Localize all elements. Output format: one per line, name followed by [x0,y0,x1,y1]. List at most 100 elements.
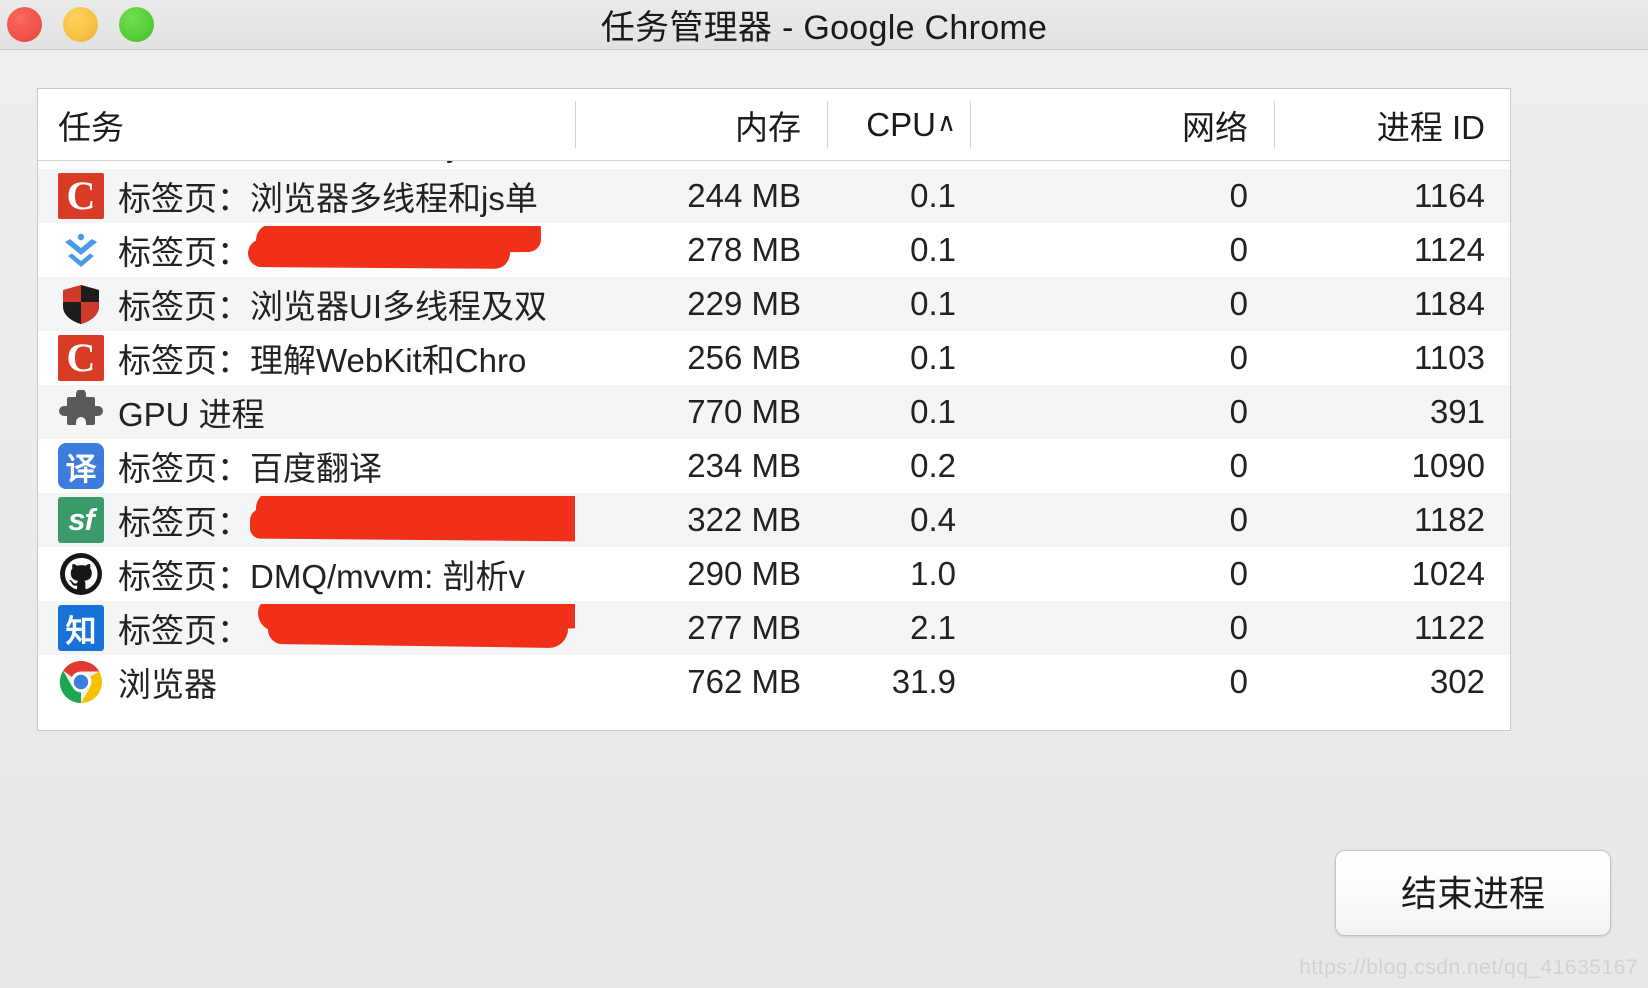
minimize-button[interactable] [63,7,98,42]
table-row[interactable]: C标签页：浏览器多线程和js单244 MB0.101164 [38,169,1510,223]
cell-memory: 229 MB [575,285,827,323]
table-row[interactable]: C 标签页：理解WebKit和Chro256 MB0.101103 [38,331,1510,385]
column-header-network[interactable]: 网络 [970,89,1274,160]
shield-icon [58,281,104,327]
table-row[interactable]: GPU 进程770 MB0.10391 [38,385,1510,439]
close-button[interactable] [7,7,42,42]
cell-task: 标签页：进程与线程。js是什 [38,161,575,166]
cell-task: 知标签页： [38,604,575,652]
task-label: 标签页： [118,496,575,544]
redaction-mark [256,226,541,256]
task-label: 标签页：百度翻译 [118,442,575,490]
column-header-memory[interactable]: 内存 [575,89,827,160]
column-header-cpu-label: CPU [866,106,936,144]
cell-pid: 1184 [1274,285,1510,323]
cell-pid: 1090 [1274,447,1510,485]
puzzle-icon [58,389,104,435]
task-manager-window: 任务管理器 - Google Chrome 任务 内存 CPU∧ 网络 进程 [0,0,1648,988]
cell-task: 标签页：浏览器UI多线程及双 [38,280,575,328]
zoom-button[interactable] [119,7,154,42]
window-title: 任务管理器 - Google Chrome [0,0,1648,49]
cell-task: 译标签页：百度翻译 [38,442,575,490]
cell-cpu: 0.1 [827,339,970,377]
footer-bar: 结束进程 [1335,850,1611,936]
column-header-task-label: 任务 [58,101,124,149]
task-label: 标签页：DMQ/mvvm: 剖析v [118,550,575,598]
redaction-mark [258,604,575,632]
table-row[interactable]: 标签页：进程与线程。js是什220 MB0.101155 [38,161,1510,169]
table-header-row: 任务 内存 CPU∧ 网络 进程 ID [38,89,1510,161]
table-row[interactable]: 标签页：278 MB0.101124 [38,223,1510,277]
cell-network: 0 [970,393,1274,431]
table-row[interactable]: 标签页：浏览器UI多线程及双229 MB0.101184 [38,277,1510,331]
cell-cpu: 31.9 [827,663,970,701]
column-header-pid-label: 进程 ID [1377,101,1485,149]
cell-memory: 278 MB [575,231,827,269]
cell-network: 0 [970,609,1274,647]
cell-memory: 762 MB [575,663,827,701]
table-body[interactable]: 标签页：进程与线程。js是什220 MB0.101155C标签页：浏览器多线程和… [38,161,1510,731]
cell-pid: 302 [1274,663,1510,701]
chrome-icon [58,659,104,705]
column-header-memory-label: 内存 [735,101,801,149]
cell-memory: 290 MB [575,555,827,593]
cell-network: 0 [970,663,1274,701]
task-label: GPU 进程 [118,388,575,436]
cell-network: 0 [970,231,1274,269]
column-header-pid[interactable]: 进程 ID [1274,89,1510,160]
sort-caret-icon: ∧ [937,107,956,138]
cell-memory: 244 MB [575,177,827,215]
segmentfault-icon: sf [58,497,104,543]
cell-cpu: 0.4 [827,501,970,539]
process-table: 任务 内存 CPU∧ 网络 进程 ID 标签页：进程与线程。js是什220 MB… [37,88,1511,731]
table-row[interactable]: 标签页：DMQ/mvvm: 剖析v290 MB1.001024 [38,547,1510,601]
task-label: 标签页：理解WebKit和Chro [118,334,575,382]
window-content: 任务 内存 CPU∧ 网络 进程 ID 标签页：进程与线程。js是什220 MB… [0,50,1648,988]
redaction-mark [256,496,575,524]
cell-cpu: 0.1 [827,177,970,215]
traffic-light-group [0,7,154,42]
cell-pid: 391 [1274,393,1510,431]
redaction-mark [250,509,575,542]
cell-cpu: 0.1 [827,231,970,269]
github-icon [58,551,104,597]
wps-icon [58,161,104,165]
task-label: 标签页： [118,604,575,652]
task-label: 标签页：浏览器UI多线程及双 [118,280,575,328]
cell-cpu: 0.2 [827,447,970,485]
cell-network: 0 [970,555,1274,593]
cell-task: 浏览器 [38,658,575,706]
cell-cpu: 2.1 [827,609,970,647]
cell-pid: 1103 [1274,339,1510,377]
table-row[interactable]: 译标签页：百度翻译234 MB0.201090 [38,439,1510,493]
task-label: 浏览器 [118,658,575,706]
cell-task: C 标签页：理解WebKit和Chro [38,334,575,382]
cell-task: 标签页：DMQ/mvvm: 剖析v [38,550,575,598]
task-label: 标签页：进程与线程。js是什 [118,161,575,166]
cell-pid: 1024 [1274,555,1510,593]
cell-network: 0 [970,339,1274,377]
column-header-task[interactable]: 任务 [38,89,575,160]
cell-memory: 256 MB [575,339,827,377]
column-header-cpu[interactable]: CPU∧ [827,89,970,160]
end-process-button[interactable]: 结束进程 [1335,850,1611,936]
table-row[interactable]: 浏览器762 MB31.90302 [38,655,1510,709]
csdn-icon: C [58,335,104,381]
zhihu-icon: 知 [58,605,104,651]
cell-network: 0 [970,501,1274,539]
cell-network: 0 [970,285,1274,323]
cell-memory: 234 MB [575,447,827,485]
cell-task: sf 标签页： [38,496,575,544]
task-label: 标签页： [118,226,575,274]
watermark: https://blog.csdn.net/qq_41635167 [1299,956,1638,980]
cell-cpu: 1.0 [827,555,970,593]
cell-memory: 277 MB [575,609,827,647]
redaction-mark [268,614,568,648]
table-row[interactable]: 知标签页：277 MB2.101122 [38,601,1510,655]
cell-task: C标签页：浏览器多线程和js单 [38,172,575,220]
table-row[interactable]: sf标签页：322 MB0.401182 [38,493,1510,547]
column-header-network-label: 网络 [1182,101,1248,149]
title-bar: 任务管理器 - Google Chrome [0,0,1648,50]
juejin-icon [58,227,104,273]
cell-cpu: 0.1 [827,393,970,431]
